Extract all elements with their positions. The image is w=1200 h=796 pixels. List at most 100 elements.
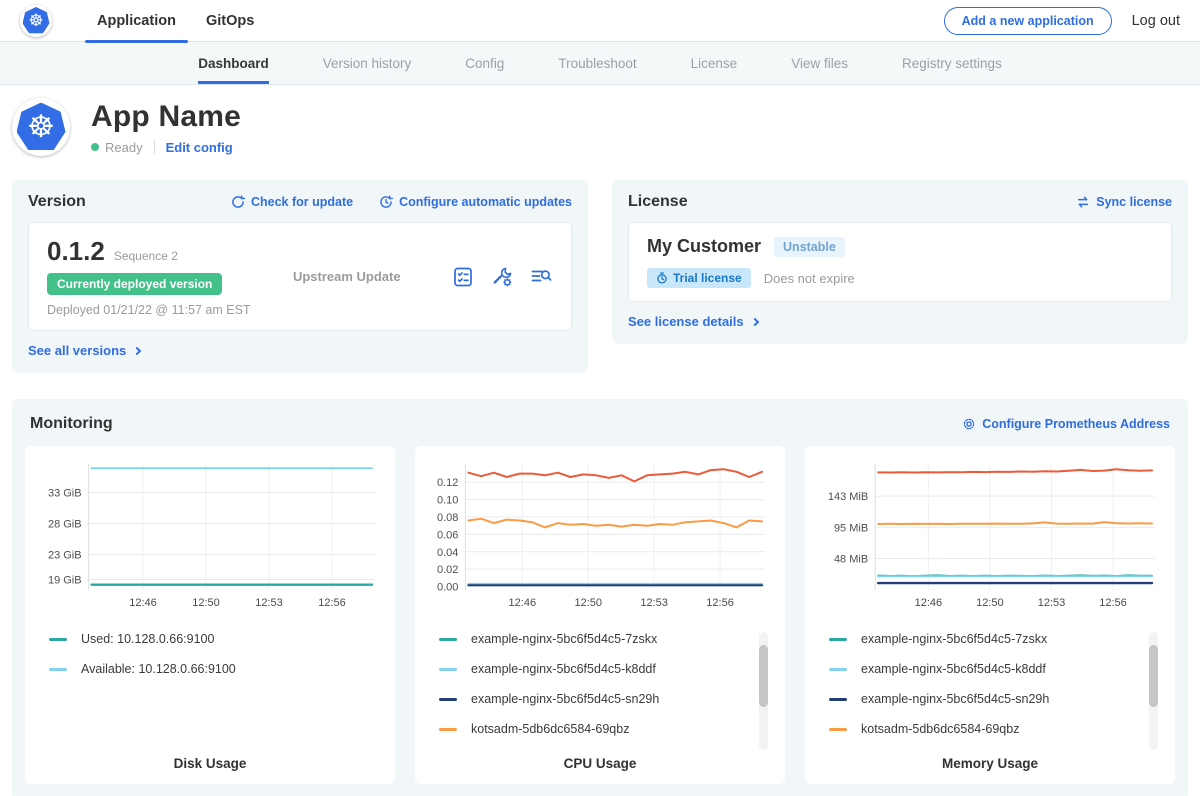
top-nav: ☸ Application GitOps Add a new applicati… [0, 0, 1200, 42]
legend-label: example-nginx-5bc6f5d4c5-sn29h [471, 692, 659, 706]
tab-version-history[interactable]: Version history [323, 42, 412, 84]
deployed-version-badge: Currently deployed version [47, 273, 222, 295]
sync-arrows-icon [1076, 195, 1090, 209]
tab-troubleshoot[interactable]: Troubleshoot [558, 42, 636, 84]
see-all-versions-link[interactable]: See all versions [28, 343, 140, 358]
see-license-details-link[interactable]: See license details [628, 314, 758, 329]
svg-text:143 MiB: 143 MiB [828, 491, 868, 503]
svg-text:23 GiB: 23 GiB [48, 550, 82, 562]
configure-automatic-updates-link[interactable]: Configure automatic updates [379, 195, 572, 209]
chart-title-disk: Disk Usage [37, 752, 383, 771]
legend-item: example-nginx-5bc6f5d4c5-sn29h [439, 692, 745, 706]
gear-icon [962, 417, 976, 431]
check-for-update-link[interactable]: Check for update [231, 195, 353, 209]
svg-text:0.10: 0.10 [437, 495, 458, 507]
legend-dash-icon [829, 698, 847, 701]
legend-scrollbar-thumb[interactable] [1149, 645, 1158, 707]
chart-legend-disk: Used: 10.128.0.66:9100 Available: 10.128.… [37, 630, 383, 752]
current-version-panel: 0.1.2 Sequence 2 Currently deployed vers… [28, 222, 572, 331]
legend-item: example-nginx-5bc6f5d4c5-7zskx [439, 632, 745, 646]
tab-license[interactable]: License [691, 42, 738, 84]
chevron-right-icon [133, 346, 141, 354]
status-dot-icon [91, 143, 99, 151]
configure-prometheus-link[interactable]: Configure Prometheus Address [962, 417, 1170, 431]
stopwatch-icon [656, 272, 668, 284]
legend-label: example-nginx-5bc6f5d4c5-k8ddf [471, 662, 656, 676]
version-card-title: Version [28, 193, 86, 211]
svg-text:19 GiB: 19 GiB [48, 574, 82, 586]
svg-text:12:56: 12:56 [318, 597, 346, 609]
svg-text:12:46: 12:46 [509, 597, 537, 609]
legend-scrollbar-track [759, 632, 768, 750]
view-logs-icon[interactable] [529, 265, 553, 289]
svg-text:12:50: 12:50 [976, 597, 1004, 609]
preflight-checks-icon[interactable] [451, 265, 475, 289]
legend-label: Available: 10.128.0.66:9100 [81, 662, 236, 676]
chart-plot-cpu: 0.000.020.040.060.080.100.1212:4612:5012… [427, 456, 773, 614]
sequence-label: Sequence 2 [114, 249, 178, 263]
legend-label: example-nginx-5bc6f5d4c5-k8ddf [861, 662, 1046, 676]
svg-text:12:53: 12:53 [255, 597, 283, 609]
svg-text:12:50: 12:50 [192, 597, 220, 609]
refresh-icon [231, 195, 245, 209]
license-type-badge: Trial license [647, 268, 751, 288]
chart-title-memory: Memory Usage [817, 752, 1163, 771]
channel-badge: Unstable [774, 237, 845, 257]
logout-button[interactable]: Log out [1132, 13, 1180, 29]
legend-dash-icon [439, 638, 457, 641]
legend-label: Used: 10.128.0.66:9100 [81, 632, 214, 646]
license-panel: My Customer Unstable Trial license Does … [628, 222, 1172, 302]
legend-dash-icon [439, 728, 457, 731]
tab-config[interactable]: Config [465, 42, 504, 84]
license-expiry-text: Does not expire [764, 271, 855, 286]
svg-text:33 GiB: 33 GiB [48, 488, 82, 500]
legend-dash-icon [439, 668, 457, 671]
page-title: App Name [91, 100, 241, 134]
svg-text:0.00: 0.00 [437, 582, 458, 594]
version-card: Version Check for update Configure autom… [12, 180, 588, 373]
sync-license-link[interactable]: Sync license [1076, 195, 1172, 209]
divider [154, 140, 155, 154]
tab-application[interactable]: Application [82, 0, 191, 42]
upstream-update-label: Upstream Update [251, 269, 443, 284]
legend-label: kotsadm-5db6dc6584-69qbz [471, 722, 629, 736]
clock-refresh-icon [379, 195, 393, 209]
chart-legend-memory: example-nginx-5bc6f5d4c5-7zskx example-ng… [817, 630, 1163, 752]
deployed-timestamp: Deployed 01/21/22 @ 11:57 am EST [47, 303, 251, 317]
svg-text:12:46: 12:46 [915, 597, 943, 609]
chart-card-memory: 48 MiB95 MiB143 MiB12:4612:5012:5312:56e… [805, 446, 1175, 784]
app-header: ☸ App Name Ready Edit config [0, 85, 1200, 170]
svg-text:0.04: 0.04 [437, 547, 458, 559]
legend-scrollbar-thumb[interactable] [759, 645, 768, 707]
chart-title-cpu: CPU Usage [427, 752, 773, 771]
version-number: 0.1.2 [47, 236, 105, 267]
svg-text:12:50: 12:50 [574, 597, 602, 609]
svg-text:95 MiB: 95 MiB [834, 523, 868, 535]
legend-item: example-nginx-5bc6f5d4c5-sn29h [829, 692, 1135, 706]
edit-config-link[interactable]: Edit config [166, 140, 233, 155]
legend-dash-icon [829, 638, 847, 641]
license-card-title: License [628, 193, 688, 211]
tab-dashboard[interactable]: Dashboard [198, 42, 269, 84]
legend-item: example-nginx-5bc6f5d4c5-7zskx [829, 632, 1135, 646]
summary-cards-row: Version Check for update Configure autom… [12, 180, 1188, 373]
charts-row: 19 GiB23 GiB28 GiB33 GiB12:4612:5012:531… [25, 446, 1175, 784]
svg-text:12:53: 12:53 [1038, 597, 1066, 609]
svg-text:12:53: 12:53 [640, 597, 668, 609]
svg-text:0.02: 0.02 [437, 564, 458, 576]
svg-text:48 MiB: 48 MiB [834, 554, 868, 566]
top-nav-tabs: Application GitOps [82, 0, 269, 42]
add-application-button[interactable]: Add a new application [944, 7, 1112, 35]
legend-dash-icon [49, 668, 67, 671]
customer-name: My Customer [647, 236, 761, 257]
status-badge: Ready [105, 140, 143, 155]
chart-plot-memory: 48 MiB95 MiB143 MiB12:4612:5012:5312:56 [817, 456, 1163, 614]
legend-label: example-nginx-5bc6f5d4c5-7zskx [861, 632, 1047, 646]
legend-label: kotsadm-5db6dc6584-69qbz [861, 722, 1019, 736]
license-card: License Sync license My Customer Unstabl… [612, 180, 1188, 344]
tab-gitops[interactable]: GitOps [191, 0, 269, 42]
legend-dash-icon [49, 638, 67, 641]
config-wrench-icon[interactable] [490, 265, 514, 289]
tab-view-files[interactable]: View files [791, 42, 848, 84]
tab-registry-settings[interactable]: Registry settings [902, 42, 1002, 84]
